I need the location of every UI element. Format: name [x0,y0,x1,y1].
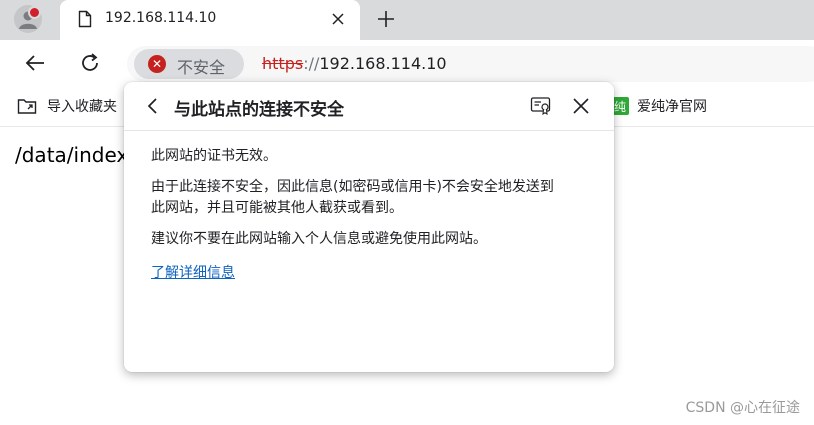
favorite-aichunjing-label: 爱纯净官网 [637,99,707,115]
favorite-import-label: 导入收藏夹 [47,99,117,115]
favorite-aichunjing[interactable]: 纯 爱纯净官网 [611,96,707,116]
tab-strip: 192.168.114.10 [0,0,814,40]
insecure-warning-text: 由于此连接不安全，因此信息(如密码或信用卡)不会安全地发送到 此网站，并且可能被其… [151,177,591,219]
url-scheme: https [262,54,304,73]
error-x-icon: ✕ [148,55,166,73]
learn-more-link[interactable]: 了解详细信息 [151,262,235,282]
toolbar: ✕ 不安全 https://192.168.114.10 [0,40,814,88]
chevron-left-icon[interactable] [146,97,160,115]
watermark: CSDN @心在征途 [685,400,800,416]
plus-icon[interactable] [376,9,396,29]
page-body-text: /data/index [15,143,129,167]
arrow-left-icon[interactable] [24,52,46,74]
connection-security-popup: 与此站点的连接不安全 此网站的证书无效。 由于此连接不安全，因此信息(如密码或信… [124,82,614,372]
close-icon[interactable] [330,11,346,27]
url-host: 192.168.114.10 [319,54,447,73]
folder-import-icon [17,99,37,114]
tab-title: 192.168.114.10 [105,10,217,26]
insecure-warning-line2: 此网站，并且可能被其他人截获或看到。 [151,200,403,216]
popup-title: 与此站点的连接不安全 [174,100,344,120]
refresh-icon[interactable] [79,52,101,74]
browser-window: 192.168.114.10 ✕ 不安全 https://192.168.114… [0,0,814,425]
favorite-import[interactable]: 导入收藏夹 [17,96,117,116]
address-bar[interactable]: ✕ 不安全 https://192.168.114.10 [127,46,814,82]
close-icon[interactable] [572,97,590,115]
popup-header: 与此站点的连接不安全 [124,82,614,131]
advice-text: 建议你不要在此网站输入个人信息或避免使用此网站。 [151,231,487,247]
popup-body: 此网站的证书无效。 由于此连接不安全，因此信息(如密码或信用卡)不会安全地发送到… [151,146,591,282]
certificate-invalid-text: 此网站的证书无效。 [151,148,277,164]
insecure-warning-line1: 由于此连接不安全，因此信息(如密码或信用卡)不会安全地发送到 [151,179,554,195]
notification-dot [28,6,41,19]
tab-active[interactable]: 192.168.114.10 [60,0,360,40]
profile-button[interactable] [14,5,42,33]
security-label: 不安全 [177,58,226,77]
page-icon [78,10,92,28]
site-security-button[interactable]: ✕ 不安全 [134,49,244,79]
url-separator: :// [303,54,320,73]
certificate-icon[interactable] [530,96,552,116]
url-text[interactable]: https://192.168.114.10 [262,54,447,73]
